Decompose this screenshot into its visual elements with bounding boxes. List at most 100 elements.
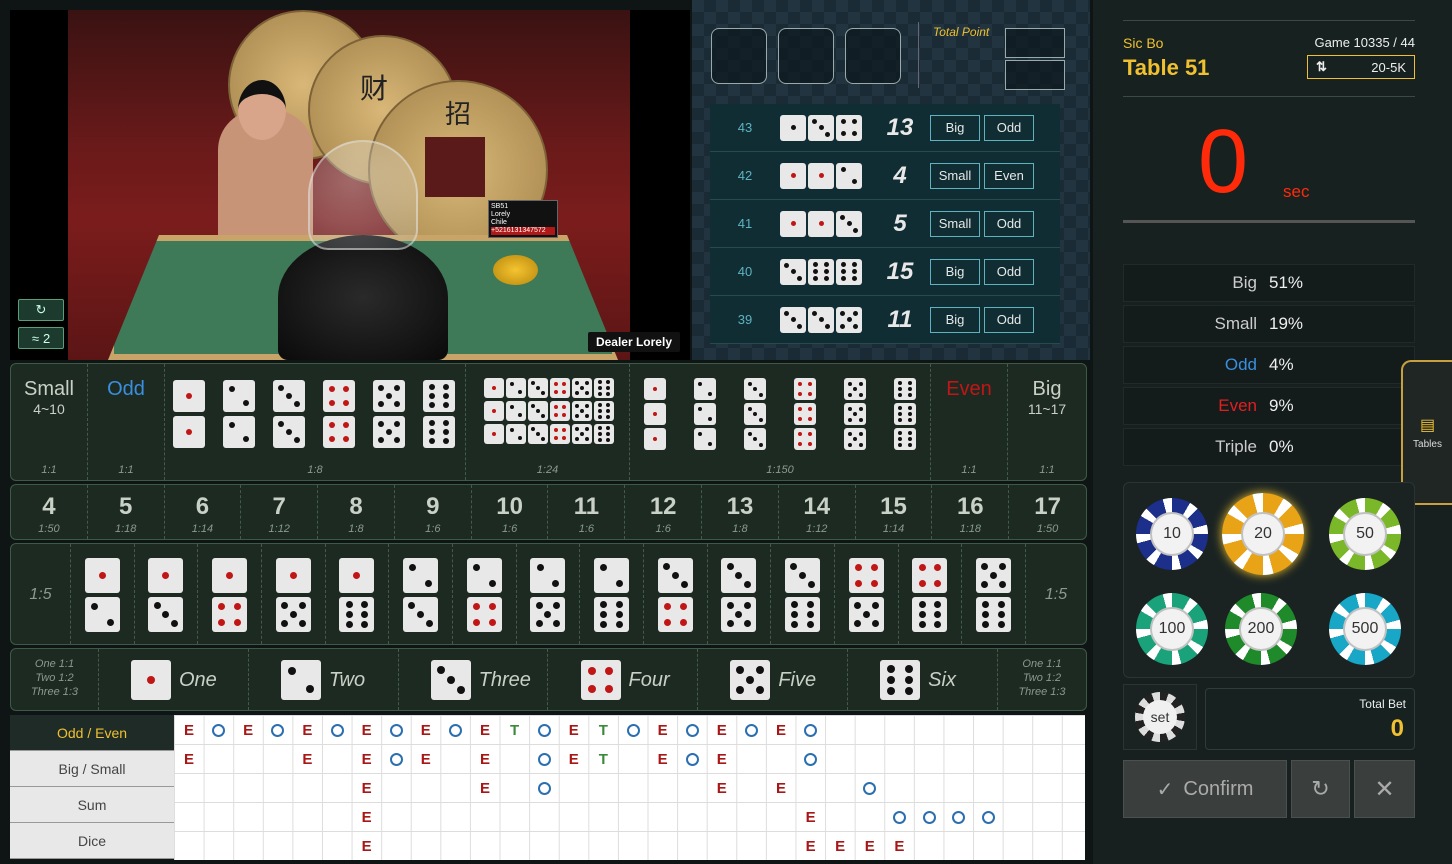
double-5[interactable] (373, 380, 405, 448)
bet-limit[interactable]: ⇅ 20-5K (1307, 55, 1415, 79)
die-face-5-icon (844, 378, 866, 400)
odd-label: Odd (107, 378, 145, 400)
bet-combo-4-6[interactable] (899, 544, 963, 644)
die-face-4-icon (212, 597, 248, 632)
bet-single-six[interactable]: Six (848, 649, 998, 710)
bet-combo-3-5[interactable] (708, 544, 772, 644)
triple-5[interactable] (844, 378, 866, 450)
bet-even[interactable]: Even 1:1 (931, 364, 1008, 480)
bet-odd[interactable]: Odd 1:1 (88, 364, 165, 480)
combo-dice (84, 558, 120, 632)
sum-number: 5 (118, 493, 133, 520)
bet-sum-4[interactable]: 4 1:50 (11, 485, 88, 539)
chip-200[interactable]: 200 (1225, 593, 1297, 665)
triple-6[interactable] (894, 378, 916, 450)
road-mark: E (243, 722, 254, 739)
bet-single-three[interactable]: Three (399, 649, 549, 710)
double-6[interactable] (423, 380, 455, 448)
bet-single-five[interactable]: Five (698, 649, 849, 710)
bet-combo-1-5[interactable] (262, 544, 326, 644)
tables-icon: ▤ (1419, 417, 1436, 434)
chip-20[interactable]: 20 (1222, 493, 1304, 575)
bet-sum-9[interactable]: 9 1:6 (395, 485, 472, 539)
odds-label: 1:24 (536, 464, 559, 476)
die-face-5-icon (848, 597, 884, 632)
die-face-1-icon (131, 660, 171, 700)
bet-combo-1-6[interactable] (326, 544, 390, 644)
die-face-5-icon (844, 403, 866, 425)
bet-combo-2-4[interactable] (453, 544, 517, 644)
confirm-button[interactable]: ✓ Confirm (1123, 760, 1287, 818)
bet-combo-1-2[interactable] (71, 544, 135, 644)
bet-sum-10[interactable]: 10 1:6 (472, 485, 549, 539)
double-2[interactable] (223, 380, 255, 448)
double-1[interactable] (173, 380, 205, 448)
dealer-name-label: Dealer Lorely (587, 332, 680, 352)
bet-combo-3-6[interactable] (771, 544, 835, 644)
odd-mark (892, 811, 906, 824)
bet-combo-4-5[interactable] (835, 544, 899, 644)
bet-sum-5[interactable]: 5 1:18 (88, 485, 165, 539)
bet-sum-13[interactable]: 13 1:8 (702, 485, 779, 539)
die-face-2-icon (403, 558, 439, 593)
sum-number: 4 (42, 493, 56, 520)
double-4[interactable] (323, 380, 355, 448)
bet-sum-17[interactable]: 17 1:50 (1009, 485, 1086, 539)
bet-sum-15[interactable]: 15 1:14 (856, 485, 933, 539)
dealer-card: SB51 Lorely Chile +5216131347572 (488, 200, 558, 238)
set-chip-button[interactable]: set (1135, 692, 1185, 742)
results-panel: Total Point 43 13 Big Odd 42 4 Small Even 41 5 Sma… (692, 0, 1090, 360)
chip-500[interactable]: 500 (1329, 593, 1401, 665)
double-3[interactable] (273, 380, 305, 448)
chip-100[interactable]: 100 (1136, 593, 1208, 665)
stat-label: Big (1232, 273, 1257, 292)
triple-4[interactable] (794, 378, 816, 450)
bet-combo-2-6[interactable] (580, 544, 644, 644)
die-face-5-icon (373, 416, 405, 448)
triple-2[interactable] (694, 378, 716, 450)
bet-any-triple[interactable]: 1:24 (466, 364, 630, 480)
refresh-video-button[interactable]: ↻ (18, 299, 64, 321)
limit-value: 20-5K (1371, 59, 1406, 75)
bet-single-four[interactable]: Four (549, 649, 699, 710)
chip-10[interactable]: 10 (1136, 498, 1208, 570)
stat-value: 51% (1269, 273, 1304, 292)
rebet-button[interactable]: ↻ (1291, 760, 1350, 818)
bet-big[interactable]: Big 11~17 1:1 (1008, 364, 1086, 480)
triple-3[interactable] (744, 378, 766, 450)
die-face-1-icon (484, 424, 504, 444)
bet-sum-8[interactable]: 8 1:8 (318, 485, 395, 539)
bet-small[interactable]: Small 4~10 1:1 (11, 364, 88, 480)
bet-combo-2-3[interactable] (389, 544, 453, 644)
bet-combo-1-3[interactable] (135, 544, 199, 644)
road-mark: E (420, 751, 431, 768)
road-mark (796, 745, 825, 774)
tab-dice[interactable]: Dice (10, 823, 174, 859)
bet-sum-7[interactable]: 7 1:12 (241, 485, 319, 539)
bet-combo-2-5[interactable] (517, 544, 581, 644)
single-label: One (179, 668, 217, 691)
bet-triples: 1:150 (630, 364, 931, 480)
chip-50[interactable]: 50 (1329, 498, 1401, 570)
signal-button[interactable]: ≈ 2 (18, 327, 64, 349)
history-round: 42 (737, 168, 753, 183)
odds-label: 1:1 (961, 464, 977, 476)
bet-sum-11[interactable]: 11 1:6 (549, 485, 626, 539)
tab-odd-even[interactable]: Odd / Even (10, 715, 174, 751)
small-label: Small (23, 378, 74, 400)
die-face-6-icon (894, 378, 916, 400)
bet-sum-16[interactable]: 16 1:18 (932, 485, 1010, 539)
triple-1[interactable] (644, 378, 666, 450)
bet-sum-6[interactable]: 6 1:14 (165, 485, 242, 539)
bet-single-two[interactable]: Two (249, 649, 399, 710)
bet-sum-14[interactable]: 14 1:12 (779, 485, 856, 539)
bet-combo-5-6[interactable] (962, 544, 1026, 644)
bet-combo-3-4[interactable] (644, 544, 708, 644)
bet-single-one[interactable]: One (99, 649, 249, 710)
bet-sum-12[interactable]: 12 1:6 (625, 485, 703, 539)
tab-big-small[interactable]: Big / Small (10, 751, 174, 787)
cancel-button[interactable]: ✕ (1354, 760, 1415, 818)
tab-sum[interactable]: Sum (10, 787, 174, 823)
road-mark (382, 716, 411, 745)
bet-combo-1-4[interactable] (198, 544, 262, 644)
